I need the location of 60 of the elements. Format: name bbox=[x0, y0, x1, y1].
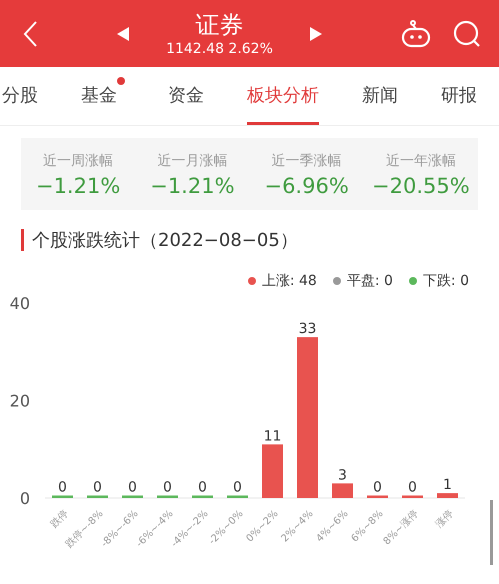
bar bbox=[122, 496, 143, 498]
stat-label: 近一年涨幅 bbox=[386, 152, 456, 170]
stat-value: −1.21% bbox=[150, 174, 235, 198]
bar-value-label: 1 bbox=[443, 477, 452, 494]
back-icon bbox=[22, 20, 38, 48]
stat-value: −20.55% bbox=[372, 174, 470, 198]
legend-label: 下跌: 0 bbox=[422, 272, 469, 290]
bar-value-label: 0 bbox=[233, 480, 242, 496]
bar-value-label: 11 bbox=[264, 428, 282, 444]
robot-icon bbox=[401, 20, 431, 48]
legend-label: 平盘: 0 bbox=[346, 272, 393, 290]
bar bbox=[402, 496, 423, 498]
tab[interactable]: 基金 bbox=[81, 67, 125, 125]
search-button[interactable] bbox=[453, 20, 481, 48]
stat-value: −6.96% bbox=[264, 174, 349, 198]
bar-value-label: 0 bbox=[198, 480, 207, 496]
tab[interactable]: 新闻 bbox=[362, 67, 398, 125]
bar bbox=[192, 496, 213, 498]
tab[interactable]: 分股 bbox=[2, 67, 38, 125]
bar-value-label: 0 bbox=[58, 480, 67, 496]
axis-tick-label: 20 bbox=[10, 392, 30, 410]
axis-tick-label: 0 bbox=[20, 489, 30, 508]
page-title: 证券 bbox=[195, 10, 244, 40]
category-label: 跌停 bbox=[48, 508, 71, 530]
bar bbox=[262, 444, 283, 498]
bar bbox=[437, 493, 458, 498]
bar bbox=[332, 483, 353, 498]
tab[interactable]: 板块分析 bbox=[247, 67, 319, 125]
stat-label: 近一季涨幅 bbox=[272, 152, 342, 170]
legend-label: 上涨: 48 bbox=[262, 272, 317, 290]
bar bbox=[52, 496, 73, 498]
index-quote: 1142.48 2.62% bbox=[166, 40, 273, 58]
left-triangle-icon bbox=[116, 26, 130, 42]
next-button[interactable] bbox=[308, 26, 323, 42]
bar-value-label: 33 bbox=[298, 321, 316, 338]
bar-value-label: 3 bbox=[338, 467, 347, 484]
section-marker bbox=[21, 229, 24, 251]
previous-button[interactable] bbox=[116, 26, 130, 42]
stat-label: 近一月涨幅 bbox=[157, 152, 228, 170]
back-button[interactable] bbox=[22, 20, 38, 48]
bar-value-label: 0 bbox=[128, 480, 137, 496]
bar-value-label: 0 bbox=[373, 480, 382, 496]
stat-label: 近一周涨幅 bbox=[43, 152, 114, 170]
category-label: 涨停 bbox=[434, 508, 456, 530]
bar-value-label: 0 bbox=[408, 480, 417, 496]
bar bbox=[87, 496, 108, 498]
tab[interactable]: 研报 bbox=[441, 67, 477, 125]
bar bbox=[367, 496, 388, 498]
search-icon bbox=[453, 20, 481, 48]
bar-value-label: 0 bbox=[163, 480, 172, 496]
right-triangle-icon bbox=[308, 26, 323, 42]
scroll-bar bbox=[490, 500, 493, 565]
bar bbox=[227, 496, 248, 498]
stat-value: −1.21% bbox=[36, 174, 120, 198]
section-title: 个股涨跌统计（2022−08−05） bbox=[32, 229, 298, 252]
bar-value-label: 0 bbox=[93, 480, 102, 496]
robot-button[interactable] bbox=[401, 20, 431, 48]
bar bbox=[157, 496, 178, 498]
tab[interactable]: 资金 bbox=[168, 67, 204, 125]
axis-tick-label: 40 bbox=[10, 294, 30, 313]
